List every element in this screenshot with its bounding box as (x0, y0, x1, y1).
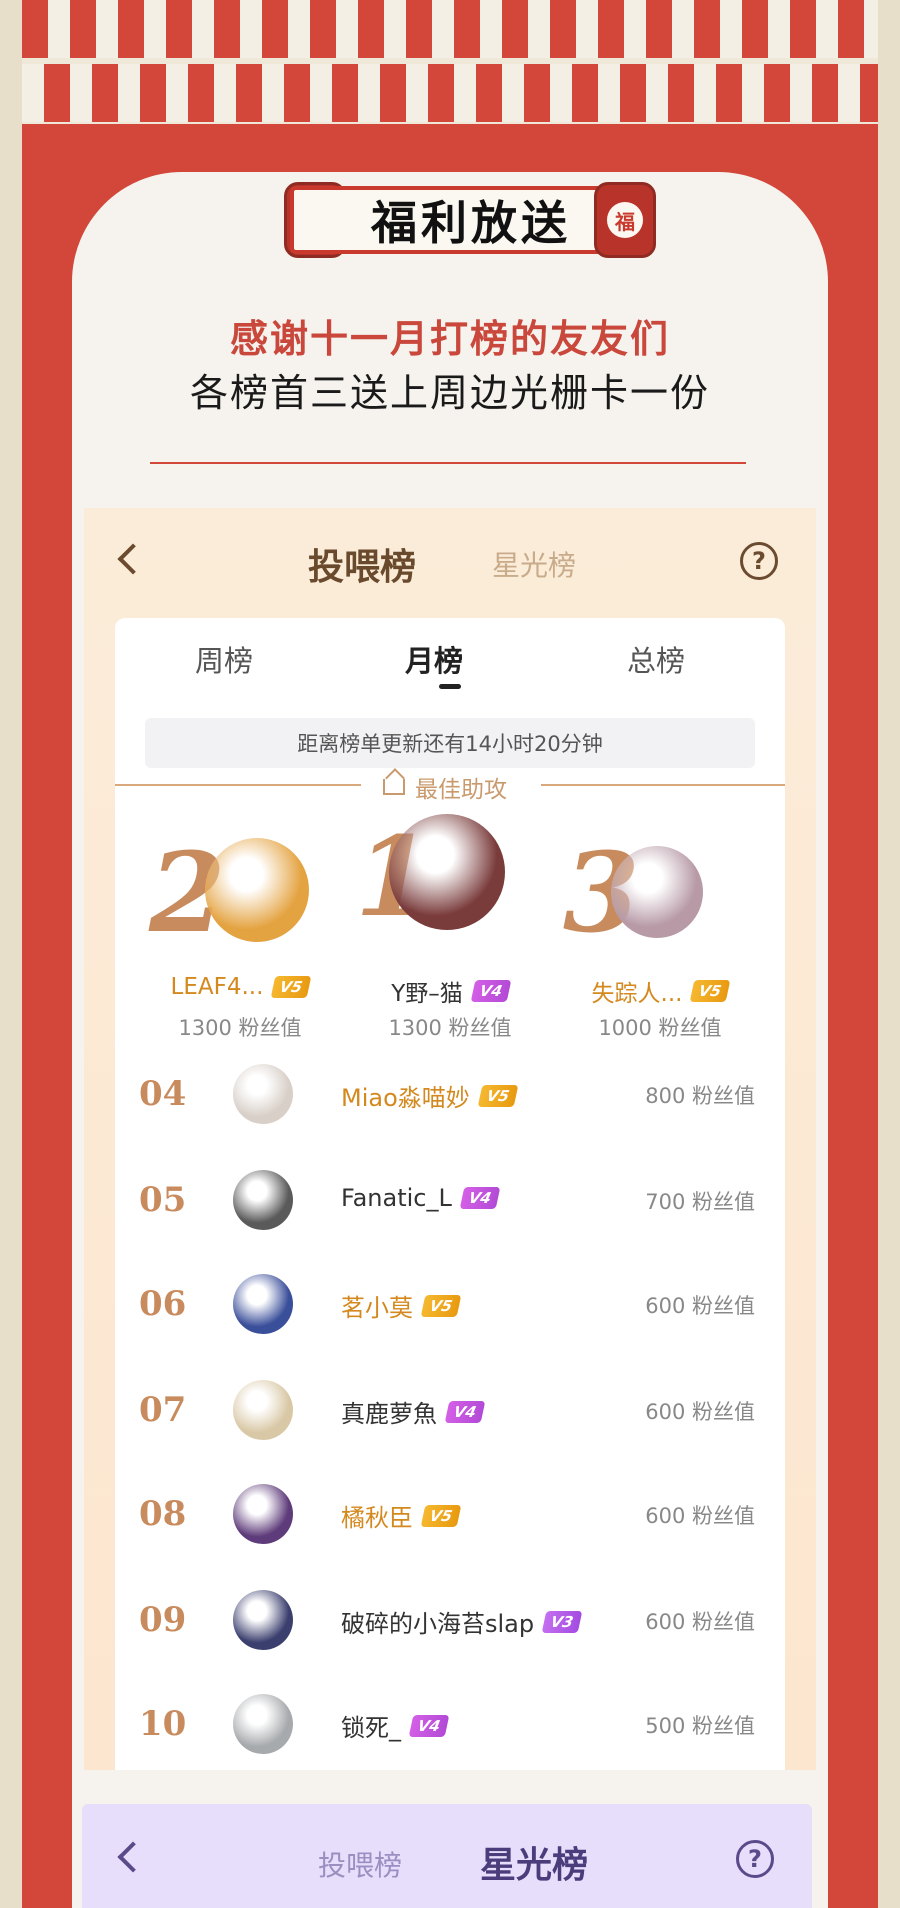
section-line-right (541, 784, 785, 786)
level-badge: V5 (271, 976, 312, 998)
rank-number: 05 (139, 1180, 187, 1220)
fan-value: 500 粉丝值 (645, 1714, 755, 1738)
level-badge: V4 (408, 1714, 450, 1737)
bottom-tab-bar: 投喂榜 星光榜 ? (82, 1804, 812, 1908)
period-tabs: 周榜 月榜 总榜 (115, 638, 785, 688)
fan-value: 800 粉丝值 (645, 1084, 755, 1108)
level-badge: V4 (444, 1400, 486, 1423)
rank-number: 07 (139, 1390, 187, 1430)
update-countdown: 距离榜单更新还有14小时20分钟 (145, 718, 755, 768)
user-name-group: Fanatic_L V4 (341, 1184, 501, 1212)
avatar (611, 846, 703, 938)
back-icon[interactable] (117, 1841, 149, 1873)
podium-value: 1000 粉丝值 (598, 1016, 722, 1040)
list-item[interactable]: 08 橘秋臣 V5 600 粉丝值 (115, 1472, 785, 1558)
reward-subtitle: 各榜首三送上周边光栅卡一份 (189, 371, 710, 415)
back-icon[interactable] (117, 543, 149, 575)
user-name-group: 真鹿萝魚 V4 (341, 1394, 486, 1429)
fan-value: 600 粉丝值 (645, 1610, 755, 1634)
list-item[interactable]: 05 Fanatic_L V4 700 粉丝值 (115, 1158, 785, 1244)
list-item[interactable]: 06 茗小莫 V5 600 粉丝值 (115, 1262, 785, 1348)
fan-value: 600 粉丝值 (645, 1504, 755, 1528)
tab-starlight-rank[interactable]: 星光榜 (492, 544, 576, 584)
avatar (233, 1064, 293, 1124)
user-name-group: 锁死_ V4 (341, 1708, 450, 1743)
active-tab-indicator (439, 684, 461, 689)
podium-name: 失踪人... V5 (555, 974, 765, 1008)
user-name: 破碎的小海苔slap (341, 1610, 535, 1638)
help-icon[interactable]: ? (740, 542, 778, 580)
list-item[interactable]: 10 锁死_ V4 500 粉丝值 (115, 1682, 785, 1768)
avatar (233, 1484, 293, 1544)
user-name: Miao淼喵妙 (341, 1084, 470, 1112)
user-name: 锁死_ (341, 1714, 401, 1742)
fu-char: 福 (607, 202, 643, 238)
thanks-heading: 感谢十一月打榜的友友们 (229, 317, 670, 361)
avatar (233, 1170, 293, 1230)
help-icon[interactable]: ? (736, 1840, 774, 1878)
avatar (233, 1590, 293, 1650)
tab-feeding-rank[interactable]: 投喂榜 (318, 1844, 402, 1884)
avatar (205, 838, 309, 942)
level-badge: V5 (690, 980, 731, 1002)
podium-third[interactable]: 3 失踪人... V5 1000 粉丝值 (555, 818, 765, 1040)
right-border (878, 0, 900, 1908)
level-badge: V5 (420, 1294, 462, 1317)
tab-feeding-rank[interactable]: 投喂榜 (308, 538, 416, 590)
list-item[interactable]: 04 Miao淼喵妙 V5 800 粉丝值 (115, 1052, 785, 1138)
user-name-group: 橘秋臣 V5 (341, 1498, 462, 1533)
list-item[interactable]: 09 破碎的小海苔slap V3 600 粉丝值 (115, 1578, 785, 1664)
tab-total[interactable]: 总榜 (627, 638, 685, 680)
user-name-group: 茗小莫 V5 (341, 1288, 462, 1323)
fan-value: 700 粉丝值 (645, 1190, 755, 1214)
podium-first[interactable]: 1 Y野–猫 V4 1300 粉丝值 (345, 812, 555, 1040)
avatar (389, 814, 505, 930)
user-name: 茗小莫 (341, 1294, 413, 1322)
podium-second[interactable]: 2 LEAF4... V5 1300 粉丝值 (135, 818, 345, 1040)
tab-weekly[interactable]: 周榜 (195, 638, 253, 680)
user-name: Fanatic_L (341, 1184, 452, 1212)
rank-number: 04 (139, 1074, 187, 1114)
fu-lantern-right-icon: 福 (594, 182, 656, 258)
avatar (233, 1274, 293, 1334)
rank-number: 06 (139, 1284, 187, 1324)
tab-monthly[interactable]: 月榜 (405, 638, 463, 680)
level-badge: V5 (477, 1084, 519, 1107)
user-name-group: 破碎的小海苔slap V3 (341, 1604, 583, 1639)
tab-starlight-rank[interactable]: 星光榜 (480, 1836, 588, 1888)
fan-value: 600 粉丝值 (645, 1294, 755, 1318)
level-badge: V4 (470, 980, 512, 1002)
list-item[interactable]: 07 真鹿萝魚 V4 600 粉丝值 (115, 1368, 785, 1454)
rank-number: 09 (139, 1600, 187, 1640)
left-border (0, 0, 22, 1908)
avatar (233, 1694, 293, 1754)
panel-header: 投喂榜 星光榜 ? (84, 508, 816, 608)
best-assist-text: 最佳助攻 (415, 777, 507, 803)
rank-number: 10 (139, 1704, 187, 1744)
user-name: 真鹿萝魚 (341, 1400, 437, 1428)
decor-stripes-top (22, 0, 878, 58)
level-badge: V4 (459, 1187, 501, 1209)
section-line-left (115, 784, 361, 786)
rank-number: 08 (139, 1494, 187, 1534)
avatar (233, 1380, 293, 1440)
poster-title: 福利放送 (371, 196, 571, 250)
decor-stripes-bottom (22, 64, 878, 122)
podium-name: LEAF4... V5 (135, 974, 345, 1000)
podium-name: Y野–猫 V4 (345, 974, 555, 1008)
level-badge: V5 (420, 1504, 462, 1527)
divider (150, 462, 746, 464)
best-assist-label: 最佳助攻 (383, 770, 507, 804)
user-name-group: Miao淼喵妙 V5 (341, 1078, 519, 1113)
crown-icon (383, 779, 405, 795)
podium-value: 1300 粉丝值 (388, 1016, 512, 1040)
fan-value: 600 粉丝值 (645, 1400, 755, 1424)
level-badge: V3 (541, 1610, 583, 1633)
ranking-list-card: 周榜 月榜 总榜 距离榜单更新还有14小时20分钟 最佳助攻 2 LEAF4..… (115, 618, 785, 1770)
ranking-panel: 投喂榜 星光榜 ? 周榜 月榜 总榜 距离榜单更新还有14小时20分钟 最佳助攻… (84, 508, 816, 1770)
podium-value: 1300 粉丝值 (178, 1016, 302, 1040)
user-name: 橘秋臣 (341, 1504, 413, 1532)
